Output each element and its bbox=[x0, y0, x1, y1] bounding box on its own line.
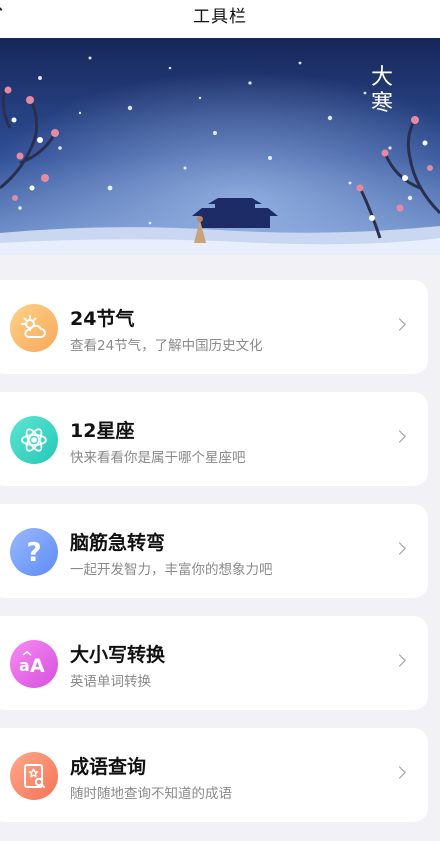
back-icon[interactable] bbox=[0, 0, 11, 11]
tool-name: 大小写转换 bbox=[70, 644, 166, 666]
book-search-icon bbox=[10, 752, 58, 800]
text-case-icon: a A bbox=[10, 640, 58, 688]
tool-name: 12星座 bbox=[70, 420, 135, 442]
tool-description: 英语单词转换 bbox=[70, 674, 151, 690]
winter-scene-illustration: 大 寒 bbox=[0, 38, 440, 255]
svg-text:A: A bbox=[30, 655, 45, 677]
question-icon: ? bbox=[10, 528, 58, 576]
chevron-right-icon bbox=[393, 766, 406, 779]
svg-text:?: ? bbox=[26, 538, 41, 567]
tool-item-solar-terms[interactable]: 24节气 查看24节气，了解中国历史文化 bbox=[0, 280, 428, 374]
atom-icon bbox=[10, 416, 58, 464]
tool-name: 成语查询 bbox=[70, 756, 147, 778]
tool-description: 查看24节气，了解中国历史文化 bbox=[70, 338, 263, 354]
chevron-right-icon bbox=[393, 654, 406, 667]
tool-name: 脑筋急转弯 bbox=[70, 532, 166, 554]
chevron-right-icon bbox=[393, 542, 406, 555]
page-title: 工具栏 bbox=[193, 7, 247, 27]
tool-description: 快来看看你是属于哪个星座吧 bbox=[70, 450, 246, 466]
cloud-sun-icon bbox=[10, 304, 58, 352]
chevron-right-icon bbox=[393, 430, 406, 443]
banner-title-char-2: 寒 bbox=[371, 91, 393, 116]
tool-description: 随时随地查询不知道的成语 bbox=[70, 786, 232, 802]
chevron-right-icon bbox=[393, 318, 406, 331]
top-bar: 工具栏 bbox=[0, 0, 440, 38]
tool-item-brain-teasers[interactable]: ? 脑筋急转弯 一起开发智力，丰富你的想象力吧 bbox=[0, 504, 428, 598]
banner-title-char-1: 大 bbox=[371, 65, 393, 90]
tool-item-case-convert[interactable]: a A 大小写转换 英语单词转换 bbox=[0, 616, 428, 710]
tool-description: 一起开发智力，丰富你的想象力吧 bbox=[70, 562, 273, 578]
tool-name: 24节气 bbox=[70, 308, 135, 330]
svg-text:a: a bbox=[19, 656, 30, 675]
banner[interactable]: 大 寒 bbox=[0, 38, 440, 255]
tool-item-constellations[interactable]: 12星座 快来看看你是属于哪个星座吧 bbox=[0, 392, 428, 486]
tool-item-idiom-lookup[interactable]: 成语查询 随时随地查询不知道的成语 bbox=[0, 728, 428, 822]
